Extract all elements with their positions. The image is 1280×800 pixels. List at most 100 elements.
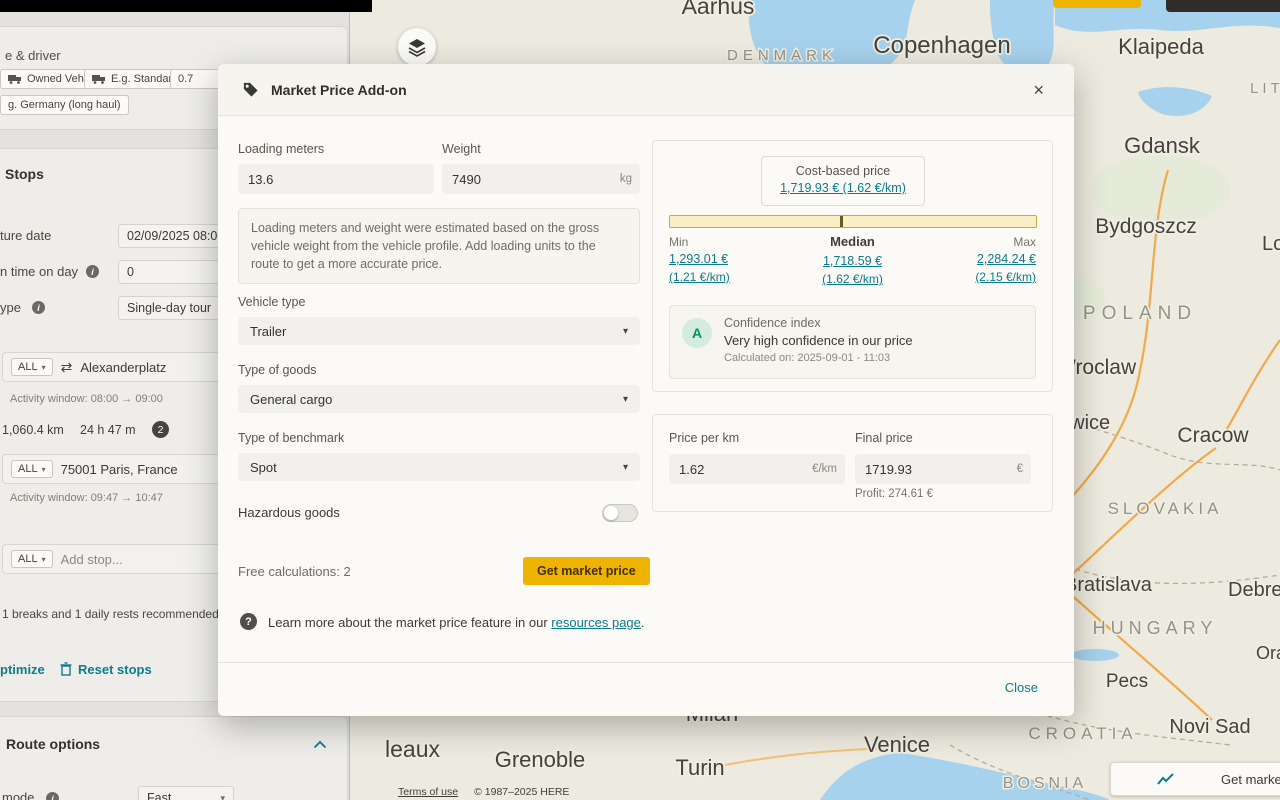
map-attribution: Terms of use © 1987–2025 HERE [398,786,569,798]
weight-field: kg [442,164,640,194]
loading-meters-label: Loading meters [238,142,324,156]
hazardous-goods-toggle[interactable] [602,504,638,522]
learn-more-text: Learn more about the market price featur… [268,615,645,630]
drive-time-label: n time on day [0,264,78,279]
free-calculations-text: Free calculations: 2 [238,564,351,579]
loading-meters-input[interactable] [238,164,434,194]
close-icon[interactable]: × [1027,80,1050,100]
truck-icon [8,74,22,84]
final-price-unit: € [1017,463,1023,475]
toolbar-yellow-button-cut[interactable] [1053,0,1141,8]
learn-more-prefix: Learn more about the market price featur… [268,615,548,630]
median-rate-link[interactable]: (1.62 €/km) [822,272,883,286]
price-range-slider[interactable] [669,215,1037,228]
profit-text: Profit: 274.61 € [855,488,933,500]
resources-page-link[interactable]: resources page [551,615,641,630]
vehicle-driver-section-title: e & driver [5,48,61,63]
modal-title: Market Price Add-on [271,82,407,98]
type-of-benchmark-select[interactable]: Spot ▾ [238,453,640,481]
optimize-button[interactable]: ptimize [0,662,45,677]
activity-window-text: Activity window: 08:00 → 09:00 [10,393,163,405]
info-icon[interactable]: i [46,792,59,800]
city-label: Aarhus [682,0,755,19]
city-label: Bydgoszcz [1095,215,1197,238]
vehicle-type-select[interactable]: Trailer ▾ [238,317,640,345]
confidence-text: Very high confidence in our price [724,333,913,348]
modal-close-button[interactable]: Close [1005,680,1038,695]
stop-filter-dropdown[interactable]: ALL ▾ [11,460,53,478]
city-label: Pecs [1106,671,1148,692]
breaks-note: 1 breaks and 1 daily rests recommended [2,607,219,621]
vehicle-type-label: Vehicle type [238,295,305,309]
leg-duration: 24 h 47 m [80,423,136,437]
chevron-down-icon: ▾ [42,465,46,474]
info-icon[interactable]: i [32,301,45,314]
chevron-up-icon[interactable] [313,740,327,749]
confidence-index-box: A Confidence index Very high confidence … [669,305,1036,379]
reset-stops-button[interactable]: Reset stops [78,662,152,677]
hazardous-goods-label: Hazardous goods [238,505,340,520]
stop-filter-dropdown[interactable]: ALL ▾ [11,358,53,376]
get-market-price-button[interactable]: Get market price [523,557,650,585]
trash-icon[interactable] [60,662,72,676]
stop-filter-label: ALL [18,463,38,475]
cost-based-price-link[interactable]: 1,719.93 € (1.62 €/km) [780,181,906,195]
type-of-goods-label: Type of goods [238,363,317,377]
swap-icon[interactable]: ⇄ [61,359,73,376]
stop-name: 75001 Paris, France [61,462,178,477]
terms-of-use-link[interactable]: Terms of use [398,786,458,798]
type-of-goods-value: General cargo [250,392,332,407]
type-of-goods-select[interactable]: General cargo ▾ [238,385,640,413]
estimation-info-box: Loading meters and weight were estimated… [238,208,640,284]
price-marker[interactable] [840,216,843,227]
departure-date-label: ture date [0,228,51,243]
confidence-grade-badge: A [682,318,712,348]
median-label: Median [653,234,1052,249]
tour-type-label: ype [0,300,21,315]
median-price-link[interactable]: 1,718.59 € [823,254,882,268]
chevron-down-icon: ▾ [42,363,46,372]
city-label: leaux [385,736,440,762]
driver-profile-chip[interactable]: g. Germany (long haul) [0,95,129,115]
truck-icon [92,74,106,84]
stop-filter-dropdown[interactable]: ALL▾ [11,550,53,568]
stop-name: Alexanderplatz [80,360,166,375]
map-get-market-price-button[interactable]: Get market price [1110,762,1280,796]
vehicle-type-value: Trailer [250,324,286,339]
city-label: Lodz [1262,233,1280,255]
help-icon: ? [240,613,257,630]
toolbar-dark-button-cut[interactable] [1166,0,1280,12]
price-per-km-field: €/km [669,454,845,484]
market-price-modal: Market Price Add-on × Loading meters Wei… [218,64,1074,716]
city-label: Bratislava [1064,574,1153,596]
max-price-link[interactable]: 2,284.24 € [977,252,1036,266]
vehicle-profile-chip-label: E.g. Standard [111,73,178,85]
add-stop-placeholder[interactable]: Add stop... [61,552,123,567]
layers-icon [407,37,427,58]
stop-filter-label: ALL [18,361,38,373]
price-edit-box: Price per km Final price €/km € Profit: … [652,414,1053,512]
route-options-title: Route options [6,736,100,752]
market-price-result-box: Cost-based price 1,719.93 € (1.62 €/km) … [652,140,1053,392]
map-layers-button[interactable] [398,28,436,66]
weight-input[interactable] [442,164,640,194]
final-price-input[interactable] [855,454,1031,484]
drive-time-value: 0 [127,265,134,279]
copyright-text: © 1987–2025 HERE [474,786,569,798]
activity-window-text: Activity window: 09:47 → 10:47 [10,492,163,504]
leg-count-badge[interactable]: 2 [152,421,169,438]
country-label: BOSNIA [1003,775,1087,792]
country-label: LITHUANIA [1250,80,1280,97]
max-rate-link[interactable]: (2.15 €/km) [975,270,1036,284]
type-of-benchmark-label: Type of benchmark [238,431,344,445]
info-icon[interactable]: i [86,265,99,278]
city-label: Grenoble [495,747,586,772]
price-per-km-unit: €/km [812,463,837,475]
driver-profile-chip-label: g. Germany (long haul) [8,99,121,111]
routing-mode-label: mode [2,790,35,800]
toggle-knob [604,506,618,520]
confidence-date: Calculated on: 2025-09-01 - 11:03 [724,352,890,364]
routing-mode-select[interactable]: Fast ▾ [138,786,234,800]
country-label: CROATIA [1028,724,1137,743]
price-per-km-label: Price per km [669,431,739,445]
